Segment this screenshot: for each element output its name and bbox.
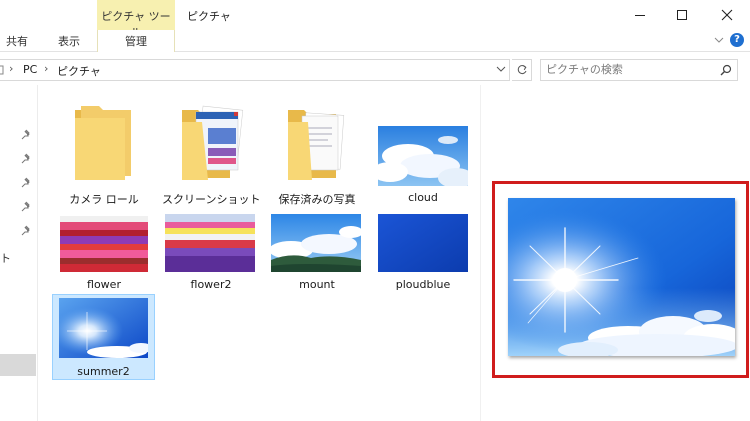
- list-item[interactable]: ploudblue: [374, 212, 472, 296]
- item-label: スクリーンショット: [162, 193, 261, 206]
- image-thumbnail: [165, 214, 255, 272]
- image-thumbnail: [378, 126, 468, 186]
- tab-share[interactable]: 共有: [6, 33, 28, 49]
- pin-icon[interactable]: [21, 201, 31, 212]
- pin-icon[interactable]: [21, 153, 31, 164]
- list-item[interactable]: flower: [55, 212, 153, 296]
- search-icon[interactable]: [720, 64, 732, 76]
- pin-icon[interactable]: [21, 129, 31, 140]
- chevron-down-icon[interactable]: [714, 36, 724, 44]
- refresh-icon: [517, 65, 526, 75]
- list-item[interactable]: flower2: [162, 212, 260, 296]
- preview-image: [508, 198, 743, 358]
- image-thumbnail: [59, 298, 148, 358]
- minimize-icon: [635, 15, 645, 16]
- breadcrumb-pc[interactable]: PC: [23, 63, 37, 76]
- item-label: flower2: [190, 278, 232, 291]
- list-item[interactable]: cloud: [374, 98, 472, 208]
- item-label: 保存済みの写真: [278, 193, 356, 206]
- list-item[interactable]: 保存済みの写真: [268, 98, 366, 208]
- item-label: summer2: [77, 365, 130, 378]
- item-label: flower: [87, 278, 121, 291]
- address-field[interactable]: › PC › ピクチャ: [0, 59, 510, 81]
- pin-icon[interactable]: [21, 225, 31, 236]
- nav-item-label[interactable]: ト: [0, 250, 11, 266]
- help-button[interactable]: ?: [730, 33, 744, 47]
- minimize-button[interactable]: [617, 0, 663, 30]
- nav-item-selected[interactable]: [0, 354, 36, 376]
- image-thumbnail: [60, 216, 148, 272]
- pin-icon[interactable]: [21, 177, 31, 188]
- breadcrumb-pictures[interactable]: ピクチャ: [57, 63, 101, 79]
- item-label: cloud: [408, 191, 438, 204]
- window-title: ピクチャ: [187, 10, 231, 23]
- item-label: ploudblue: [395, 278, 451, 291]
- search-input[interactable]: [546, 63, 706, 76]
- address-bar: › PC › ピクチャ: [0, 57, 750, 85]
- chevron-right-icon[interactable]: ›: [44, 62, 48, 75]
- picture-tools-group: ピクチャ ツール: [97, 0, 175, 39]
- chevron-down-icon[interactable]: [496, 65, 506, 73]
- folder-icon: [75, 106, 131, 180]
- search-box[interactable]: [540, 59, 738, 81]
- image-thumbnail: [378, 214, 468, 272]
- list-item[interactable]: スクリーンショット: [162, 98, 260, 208]
- preview-highlight-frame: [492, 181, 749, 378]
- title-bar: ピクチャ ツール ピクチャ: [0, 0, 750, 39]
- close-icon: [721, 9, 733, 21]
- maximize-icon: [677, 10, 687, 20]
- list-item[interactable]: カメラ ロール: [55, 98, 153, 208]
- close-button[interactable]: [704, 0, 750, 30]
- navigation-pane: ト: [0, 85, 38, 421]
- tab-manage[interactable]: 管理: [97, 30, 175, 52]
- image-thumbnail: [271, 214, 361, 272]
- location-icon: [0, 65, 4, 75]
- ribbon-tabs: 共有 表示 管理 ?: [0, 30, 750, 52]
- chevron-right-icon[interactable]: ›: [9, 62, 13, 75]
- item-label: mount: [299, 278, 335, 291]
- refresh-button[interactable]: [512, 59, 532, 81]
- tab-view[interactable]: 表示: [58, 33, 80, 49]
- list-item-selected[interactable]: summer2: [52, 294, 155, 380]
- folder-documents-icon: [288, 110, 345, 180]
- list-item[interactable]: mount: [268, 212, 366, 296]
- folder-screenshots-icon: [182, 105, 244, 180]
- item-label: カメラ ロール: [69, 193, 139, 206]
- preview-divider: [480, 85, 481, 421]
- maximize-button[interactable]: [659, 0, 705, 30]
